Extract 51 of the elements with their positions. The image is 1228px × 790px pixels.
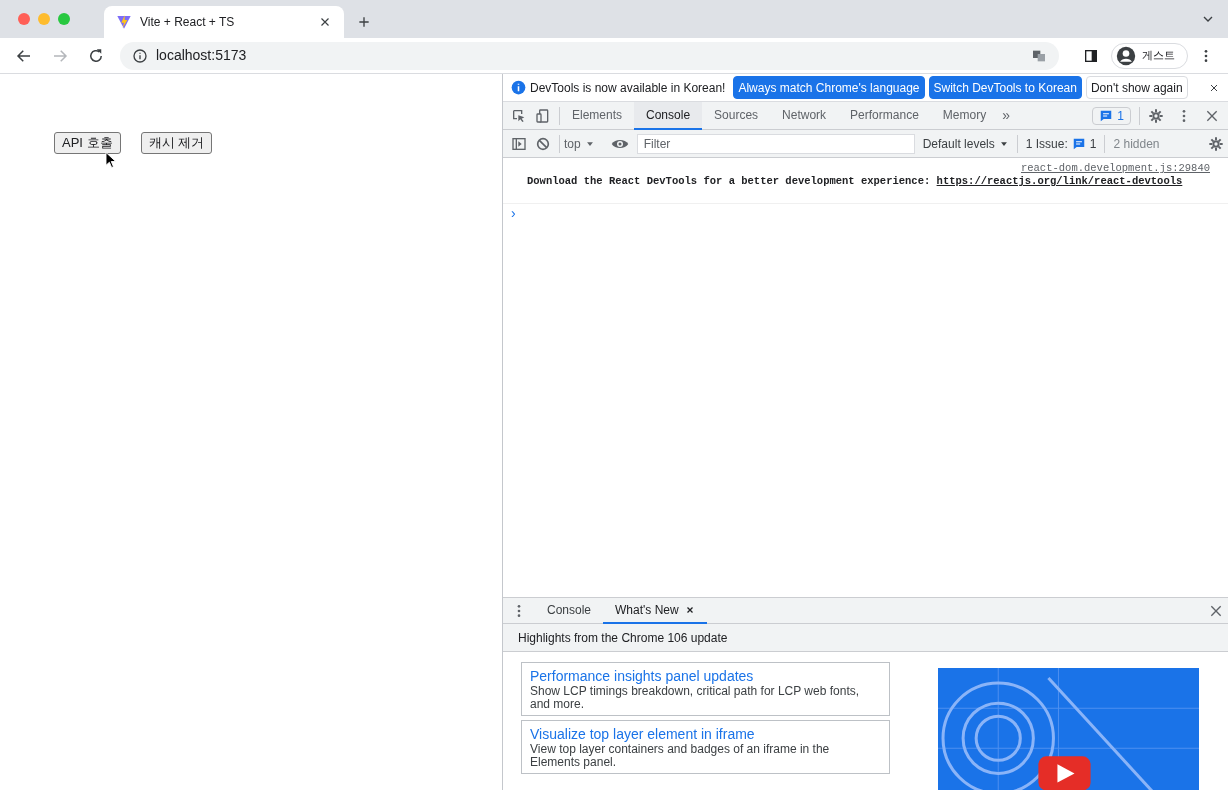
reload-icon[interactable] [87, 46, 105, 65]
clear-console-icon[interactable] [535, 135, 551, 152]
devtools-tab[interactable]: Performance [838, 101, 931, 130]
info-message: DevTools is now available in Korean! [530, 79, 726, 97]
source-link[interactable]: react-dom.development.js:29840 [1020, 162, 1210, 175]
inspect-icon[interactable] [511, 107, 527, 124]
browser-tab[interactable]: Vite + React + TS [104, 6, 344, 38]
feature-description: Show LCP timings breakdown, critical path for LCP web fonts, and more. [530, 685, 861, 711]
console-message: Download the React DevTools for a better development experience: https://reactjs.org/link/react-devtools [527, 175, 1184, 188]
tab-title: Vite + React + TS [140, 14, 236, 31]
devtools-tab[interactable]: Network [770, 101, 839, 130]
feature-card[interactable]: Visualize top layer element in iframe View top layer containers and badges of an iframe in the Elements panel. [521, 720, 890, 774]
page-button[interactable]: 캐시 제거 [140, 132, 213, 154]
avatar-icon [1116, 45, 1136, 66]
console-prompt[interactable]: › [503, 204, 1228, 222]
url-text: localhost:5173 [156, 46, 247, 65]
device-toolbar-icon[interactable] [535, 107, 551, 124]
drawer-header: Highlights from the Chrome 106 update [503, 624, 1228, 652]
devtools-tab[interactable]: Sources [702, 101, 771, 130]
feature-title[interactable]: Visualize top layer element in iframe [530, 725, 881, 743]
feature-description: View top layer containers and badges of an iframe in the Elements panel. [530, 743, 831, 769]
more-tabs-button[interactable]: » [998, 105, 1014, 126]
close-icon[interactable] [684, 604, 695, 615]
infobar-button[interactable]: Don't show again [1085, 76, 1188, 99]
settings-icon[interactable] [1208, 135, 1224, 152]
settings-icon[interactable] [1148, 107, 1164, 124]
messages-badge[interactable]: 1 [1092, 106, 1131, 125]
sidebar-toggle-icon[interactable] [511, 135, 527, 152]
devtools-tab[interactable]: Memory [930, 101, 999, 130]
levels-dropdown[interactable]: Default levels [922, 134, 1009, 153]
message-icon [1099, 108, 1114, 123]
info-icon [511, 80, 526, 95]
page-button[interactable]: API 호출 [54, 132, 121, 154]
feature-title[interactable]: Performance insights panel updates [530, 667, 881, 685]
address-bar[interactable]: localhost:5173 [120, 41, 1059, 70]
hidden-count: 2 hidden [1113, 135, 1160, 153]
side-panel-icon[interactable] [1083, 47, 1099, 64]
devtools-tab[interactable]: Elements [560, 101, 635, 130]
message-link[interactable]: https://reactjs.org/link/react-devtools [936, 175, 1183, 187]
filter-field[interactable]: Filter [636, 133, 915, 154]
message-icon [1071, 136, 1086, 151]
context-dropdown[interactable]: top [559, 134, 599, 153]
infobar-button[interactable]: Always match Chrome's language [733, 76, 925, 99]
feature-card[interactable]: Performance insights panel updates Show LCP timings breakdown, critical path for LCP web fonts, and more. [521, 662, 890, 716]
infobar-button[interactable]: Switch DevTools to Korean [928, 76, 1082, 99]
devtools-tab[interactable]: Console [634, 101, 703, 130]
issues-button[interactable]: 1 Issue: 1 [1016, 134, 1106, 153]
new-tab-icon[interactable] [356, 14, 372, 30]
info-icon[interactable] [132, 47, 148, 64]
drawer-tab[interactable]: Console [535, 597, 604, 624]
vite-logo-icon [116, 14, 132, 30]
